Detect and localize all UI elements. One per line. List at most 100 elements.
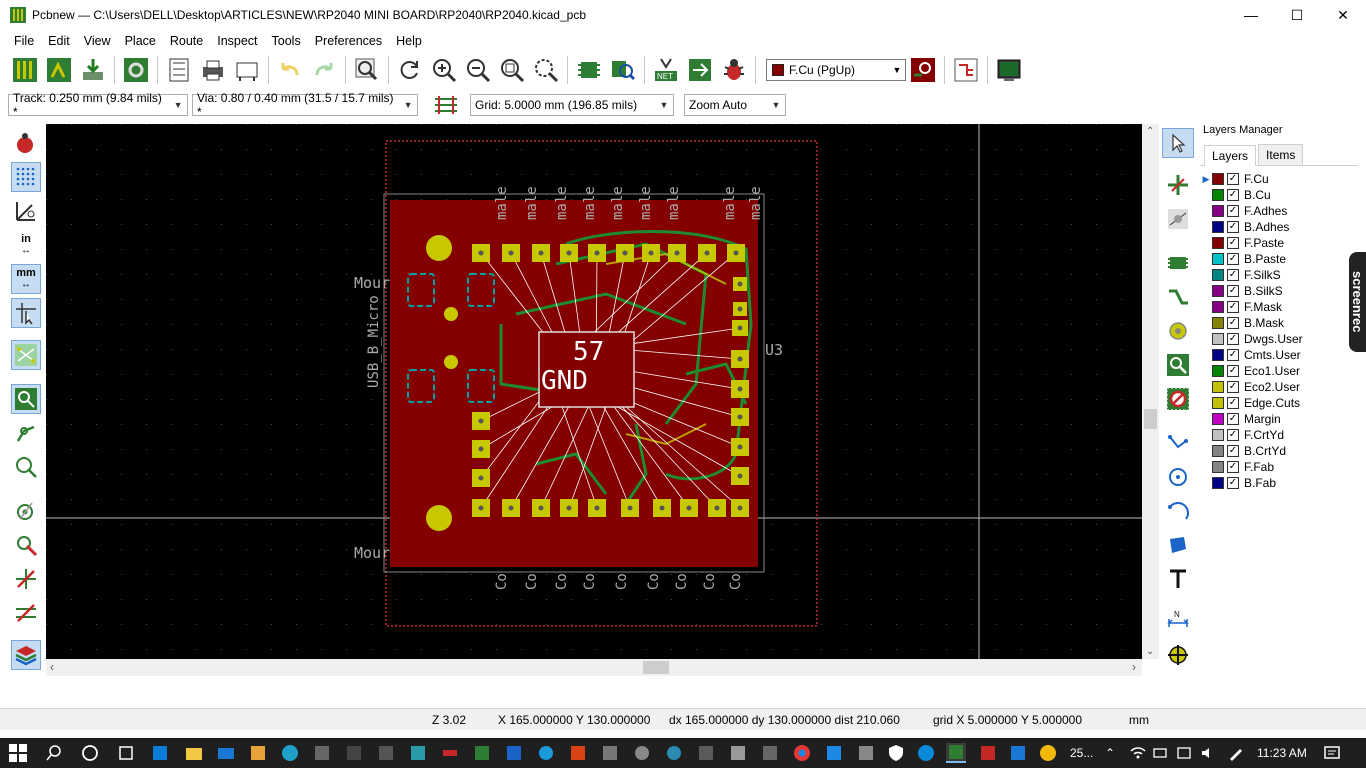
- zoom-fit-icon[interactable]: [498, 56, 526, 84]
- chrome-icon[interactable]: [792, 743, 812, 763]
- draw-line-icon[interactable]: [1162, 428, 1194, 458]
- volume-icon[interactable]: [1198, 743, 1218, 763]
- layer-row[interactable]: ✓ B.Cu: [1200, 187, 1358, 203]
- layer-color-swatch[interactable]: [1212, 269, 1224, 281]
- layer-color-swatch[interactable]: [1212, 301, 1224, 313]
- vertical-scroll-thumb[interactable]: [1144, 409, 1157, 429]
- drc-bug-icon[interactable]: [720, 56, 748, 84]
- open-board-icon[interactable]: [45, 56, 73, 84]
- maximize-button[interactable]: ☐: [1274, 0, 1320, 30]
- layer-visibility-checkbox[interactable]: ✓: [1227, 205, 1239, 217]
- redraw-icon[interactable]: [396, 56, 424, 84]
- pad-outline-icon[interactable]: [11, 452, 41, 482]
- microwave-toolbar-icon[interactable]: [11, 598, 41, 628]
- notifications-icon[interactable]: [1322, 743, 1342, 763]
- app-icon[interactable]: [664, 743, 684, 763]
- app-icon[interactable]: [376, 743, 396, 763]
- app-icon[interactable]: [600, 743, 620, 763]
- task-view-icon[interactable]: [116, 743, 136, 763]
- menu-place[interactable]: Place: [118, 30, 163, 52]
- layer-row[interactable]: ✓ B.SilkS: [1200, 283, 1358, 299]
- layer-row[interactable]: ✓ F.Paste: [1200, 235, 1358, 251]
- local-ratsnest-icon[interactable]: [1162, 204, 1194, 234]
- layers-manager-toggle-icon[interactable]: [11, 640, 41, 670]
- layer-visibility-checkbox[interactable]: ✓: [1227, 381, 1239, 393]
- layer-row[interactable]: ▶ ✓ F.Cu: [1200, 171, 1358, 187]
- weather-temp[interactable]: 25...: [1070, 746, 1093, 760]
- add-dimension-icon[interactable]: N: [1162, 606, 1194, 636]
- menu-view[interactable]: View: [77, 30, 118, 52]
- schematic-icon[interactable]: [952, 56, 980, 84]
- high-contrast-icon[interactable]: [11, 564, 41, 594]
- taskbar-clock[interactable]: 11:23 AM: [1257, 746, 1307, 760]
- layer-color-swatch[interactable]: [1212, 381, 1224, 393]
- layer-color-swatch[interactable]: [1212, 173, 1224, 185]
- scroll-left-icon[interactable]: ‹: [50, 660, 54, 674]
- mail-icon[interactable]: [216, 743, 236, 763]
- layer-color-swatch[interactable]: [1212, 413, 1224, 425]
- layer-visibility-checkbox[interactable]: ✓: [1227, 237, 1239, 249]
- power-icon[interactable]: [1174, 743, 1194, 763]
- cortana-icon[interactable]: [80, 743, 100, 763]
- tab-items[interactable]: Items: [1258, 144, 1304, 165]
- layer-row[interactable]: ✓ Cmts.User: [1200, 347, 1358, 363]
- chevron-up-icon[interactable]: ⌃: [1100, 743, 1120, 763]
- layer-row[interactable]: ✓ F.Fab: [1200, 459, 1358, 475]
- layer-row[interactable]: ✓ Margin: [1200, 411, 1358, 427]
- zoom-selection-icon[interactable]: [532, 56, 560, 84]
- horizontal-scroll-thumb[interactable]: [643, 661, 669, 674]
- layer-row[interactable]: ✓ F.Mask: [1200, 299, 1358, 315]
- app-icon[interactable]: [440, 743, 460, 763]
- save-board-icon[interactable]: [79, 56, 107, 84]
- layer-color-swatch[interactable]: [1212, 317, 1224, 329]
- set-origin-icon[interactable]: [1162, 640, 1194, 670]
- microsoft-store-icon[interactable]: [150, 743, 170, 763]
- layer-visibility-checkbox[interactable]: ✓: [1227, 253, 1239, 265]
- layer-color-swatch[interactable]: [1212, 349, 1224, 361]
- layer-row[interactable]: ✓ F.SilkS: [1200, 267, 1358, 283]
- layer-color-swatch[interactable]: [1212, 237, 1224, 249]
- menu-inspect[interactable]: Inspect: [210, 30, 264, 52]
- footprint-browser-icon[interactable]: [609, 56, 637, 84]
- kicad-icon[interactable]: [472, 743, 492, 763]
- add-keepout-icon[interactable]: [1162, 384, 1194, 414]
- app-icon[interactable]: [760, 743, 780, 763]
- zoom-select[interactable]: Zoom Auto ▼: [684, 94, 786, 116]
- find-icon[interactable]: [353, 56, 381, 84]
- app-icon[interactable]: [632, 743, 652, 763]
- layer-row[interactable]: ✓ Dwgs.User: [1200, 331, 1358, 347]
- app-icon[interactable]: [728, 743, 748, 763]
- via-outline-icon[interactable]: [11, 496, 41, 526]
- layer-color-swatch[interactable]: [1212, 477, 1224, 489]
- layer-visibility-checkbox[interactable]: ✓: [1227, 477, 1239, 489]
- draw-arc-icon[interactable]: [1162, 496, 1194, 526]
- scroll-up-icon[interactable]: ⌃: [1146, 126, 1154, 137]
- app-icon[interactable]: [536, 743, 556, 763]
- track-outline-icon[interactable]: [11, 418, 41, 448]
- app-icon[interactable]: [568, 743, 588, 763]
- units-inch-icon[interactable]: in ↔: [11, 230, 41, 260]
- scroll-right-icon[interactable]: ›: [1132, 660, 1136, 674]
- security-shield-icon[interactable]: [886, 743, 906, 763]
- full-crosshair-icon[interactable]: [11, 298, 41, 328]
- layer-row[interactable]: ✓ B.Paste: [1200, 251, 1358, 267]
- app-icon[interactable]: [504, 743, 524, 763]
- layer-visibility-checkbox[interactable]: ✓: [1227, 317, 1239, 329]
- close-button[interactable]: ✕: [1320, 0, 1366, 30]
- layer-row[interactable]: ✓ F.Adhes: [1200, 203, 1358, 219]
- add-footprint-icon[interactable]: [1162, 248, 1194, 278]
- track-width-select[interactable]: Track: 0.250 mm (9.84 mils) * ▼: [8, 91, 188, 119]
- add-via-icon[interactable]: [1162, 316, 1194, 346]
- add-zone-icon[interactable]: [1162, 350, 1194, 380]
- vertical-scrollbar[interactable]: ⌃ ⌄: [1142, 124, 1159, 659]
- layer-color-swatch[interactable]: [1212, 253, 1224, 265]
- graphic-outline-icon[interactable]: [11, 530, 41, 560]
- layer-visibility-checkbox[interactable]: ✓: [1227, 221, 1239, 233]
- app-icon[interactable]: [978, 743, 998, 763]
- pcbnew-taskbar-icon[interactable]: [946, 743, 966, 763]
- via-size-select[interactable]: Via: 0.80 / 0.40 mm (31.5 / 15.7 mils) *…: [192, 91, 418, 119]
- grid-select[interactable]: Grid: 5.0000 mm (196.85 mils) ▼: [470, 94, 674, 116]
- board-setup-icon[interactable]: [11, 56, 39, 84]
- select-tool-icon[interactable]: [1162, 128, 1194, 158]
- draw-polygon-icon[interactable]: [1162, 530, 1194, 560]
